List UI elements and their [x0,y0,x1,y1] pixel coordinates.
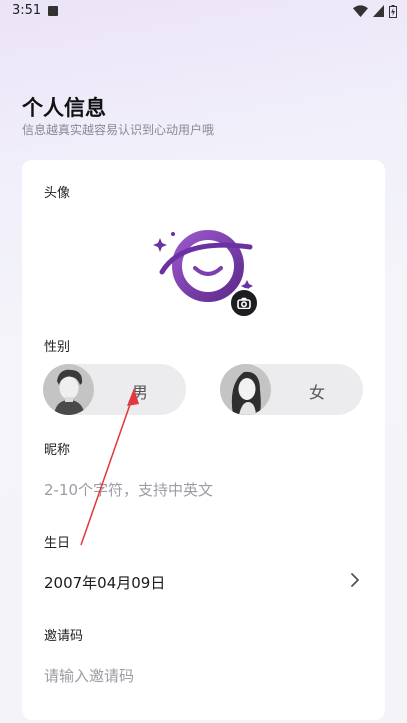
gender-female-button[interactable]: 女 [220,364,363,415]
gender-label: 性别 [44,340,71,355]
male-portrait [43,364,94,415]
camera-icon [237,297,251,309]
chevron-right-icon[interactable] [348,572,362,588]
invite-code-label: 邀请码 [44,629,84,644]
camera-badge[interactable] [229,288,259,318]
status-time: 3:51 [12,3,42,18]
gender-male-button[interactable]: 男 [43,364,186,415]
gender-male-label: 男 [131,383,148,402]
page-subtitle: 信息越真实越容易认识到心动用户哦 [22,123,215,137]
profile-form-card: 头像 性别 男 女 昵称 2-10个字符，支持中英文 生日 2007年04月09… [22,160,385,720]
status-icons [353,4,397,18]
cell-signal-icon [373,5,384,17]
notification-app-icon [48,6,58,16]
battery-charging-icon [389,4,397,18]
invite-code-input[interactable]: 请输入邀请码 [44,665,134,686]
nickname-input[interactable]: 2-10个字符，支持中英文 [44,479,213,500]
birthday-label: 生日 [44,536,71,551]
status-bar: 3:51 [0,0,407,24]
gender-female-label: 女 [308,383,325,402]
birthday-value[interactable]: 2007年04月09日 [44,572,165,593]
page-title: 个人信息 [22,96,106,120]
wifi-icon [353,5,368,17]
female-portrait [220,364,271,415]
nickname-label: 昵称 [44,443,71,458]
avatar-label: 头像 [44,186,71,201]
